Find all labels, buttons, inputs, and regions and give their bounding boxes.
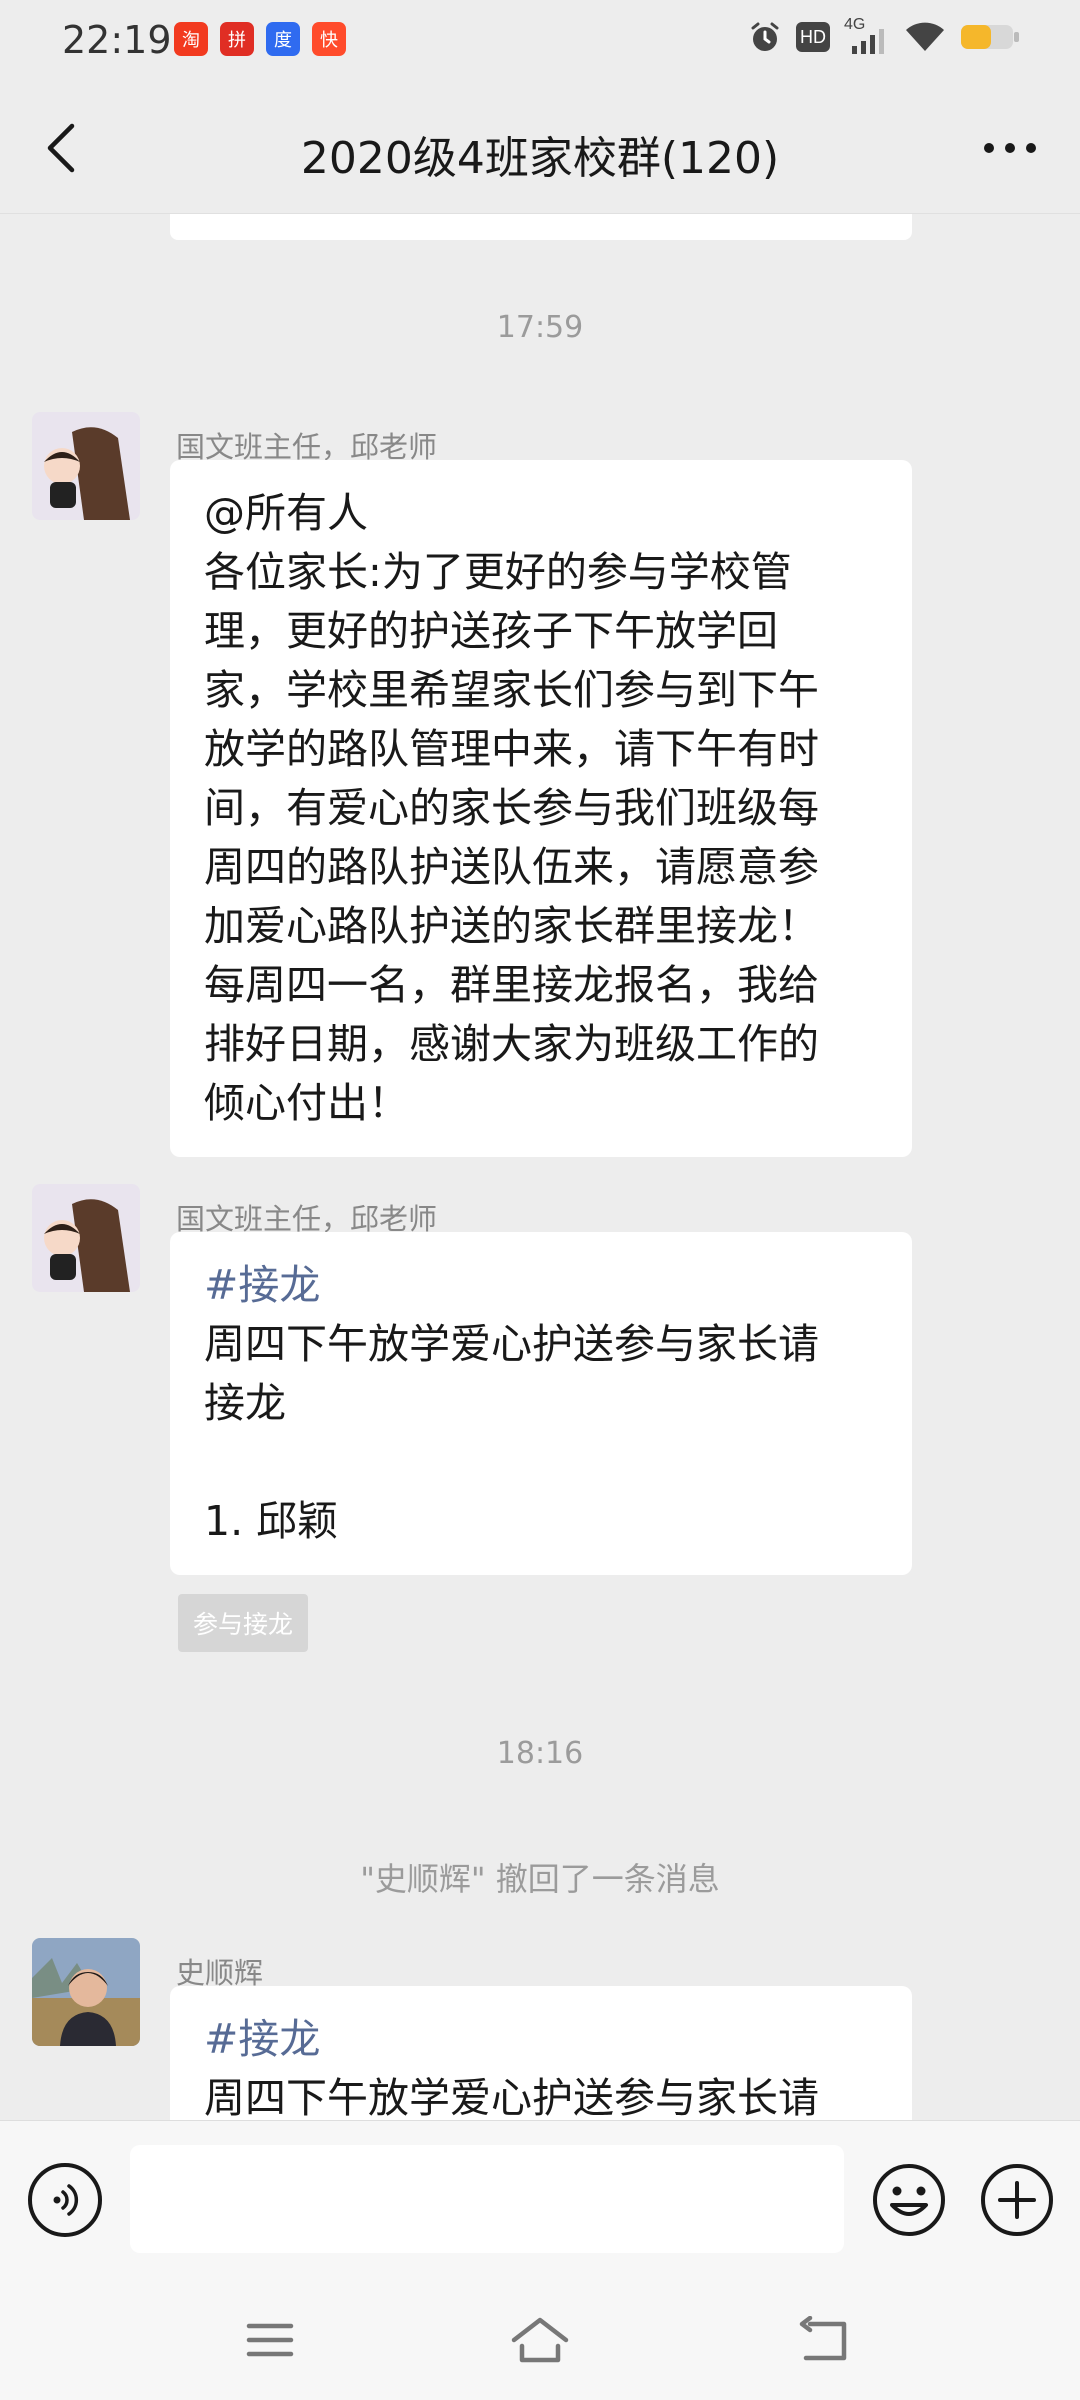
message-text-line: 倾心付出！ [204,1079,409,1127]
message-text-line: 间，有爱心的家长参与我们班级每 [204,784,819,832]
home-icon [511,2317,569,2363]
wechat-group-chat-screen: 22:19 淘拼度快 HD 4G 2020级4班家校群(120) 17:59 国… [0,0,1080,2400]
avatar[interactable] [32,1938,140,2046]
wifi-icon [906,22,944,51]
menu-lines-icon [246,2323,294,2357]
status-time: 22:19 [62,18,172,62]
message-text-line: 各位家长:为了更好的参与学校管 [204,548,792,596]
jielong-hashtag[interactable]: #接龙 [204,1256,878,1315]
baidu-app-icon: 度 [266,22,300,56]
status-bar: 22:19 淘拼度快 HD 4G [0,0,1080,84]
more-functions-button[interactable] [978,2161,1056,2239]
chat-input-bar [0,2120,1080,2280]
message-bubble[interactable]: @所有人各位家长:为了更好的参与学校管 理，更好的护送孩子下午放学回 家，学校里希望… [170,460,912,1157]
user-avatar-photo [32,1938,140,2046]
teacher-avatar-image [32,1184,140,1292]
message-text-line: 放学的路队管理中来，请下午有时 [204,725,819,773]
system-icons: HD 4G [748,16,1020,54]
message-input[interactable] [130,2145,844,2253]
join-jielong-button[interactable]: 参与接龙 [178,1594,308,1652]
message-text-line: 周四下午放学爱心护送参与家长请 [204,1320,819,1368]
voice-wave-icon [53,2184,79,2216]
previous-message-bubble[interactable] [170,214,912,240]
notification-icons: 淘拼度快 [174,22,346,56]
timestamp: 18:16 [496,1736,584,1771]
chat-title: 2020级4班家校群(120) [300,133,780,184]
signal-icon: 4G [844,16,890,54]
message-text-line: 理，更好的护送孩子下午放学回 [204,607,778,655]
battery-icon [961,25,1019,49]
chat-header: 2020级4班家校群(120) [0,84,1080,214]
voice-input-button[interactable] [28,2163,102,2237]
recent-apps-button[interactable] [238,2310,302,2370]
smiley-icon [873,2164,945,2236]
more-options-button[interactable] [970,116,1050,180]
message-text-line: 接龙 [204,1379,286,1427]
message-bubble-jielong[interactable]: #接龙 周四下午放学爱心护送参与家长请 [170,1986,912,2120]
taobao-app-icon: 淘 [174,22,208,56]
message-text-line: 周四的路队护送队伍来，请愿意参 [204,843,819,891]
kuaishou-app-icon: 快 [312,22,346,56]
timestamp: 17:59 [496,310,584,345]
message-bubble-jielong[interactable]: #接龙 周四下午放学爱心护送参与家长请 接龙 1. 邱颖 [170,1232,912,1575]
message-text-line: 周四下午放学爱心护送参与家长请 [204,2074,819,2120]
alarm-icon [751,22,779,51]
back-arrow-icon [799,2316,847,2361]
message-text-line: 每周四一名，群里接龙报名，我给 [204,961,819,1009]
chevron-left-icon [47,123,75,173]
message-text-line: 排好日期，感谢大家为班级工作的 [204,1020,819,1068]
emoji-button[interactable] [870,2161,948,2239]
plus-circle-icon [981,2164,1053,2236]
back-nav-button[interactable] [792,2310,856,2370]
system-navigation-bar [0,2280,1080,2400]
mention-all-text: @所有人 [204,489,368,537]
hd-badge-icon: HD [796,22,830,52]
avatar[interactable] [32,412,140,520]
more-dots-icon [984,143,1036,153]
message-text-line: 加爱心路队护送的家长群里接龙！ [204,902,819,950]
home-button[interactable] [508,2310,572,2370]
message-list[interactable]: 17:59 国文班主任，邱老师 @所有人 各位家长:为了更好的参与学校管 理，更好的… [0,214,1080,2120]
recall-notice: "史顺辉" 撤回了一条消息 [360,1860,720,1898]
jielong-hashtag[interactable]: #接龙 [204,2010,878,2069]
jielong-entry: 1. 邱颖 [204,1497,339,1545]
back-button[interactable] [30,116,94,180]
message-text-line: 家，学校里希望家长们参与到下午 [204,666,819,714]
pinduoduo-app-icon: 拼 [220,22,254,56]
teacher-avatar-image [32,412,140,520]
avatar[interactable] [32,1184,140,1292]
